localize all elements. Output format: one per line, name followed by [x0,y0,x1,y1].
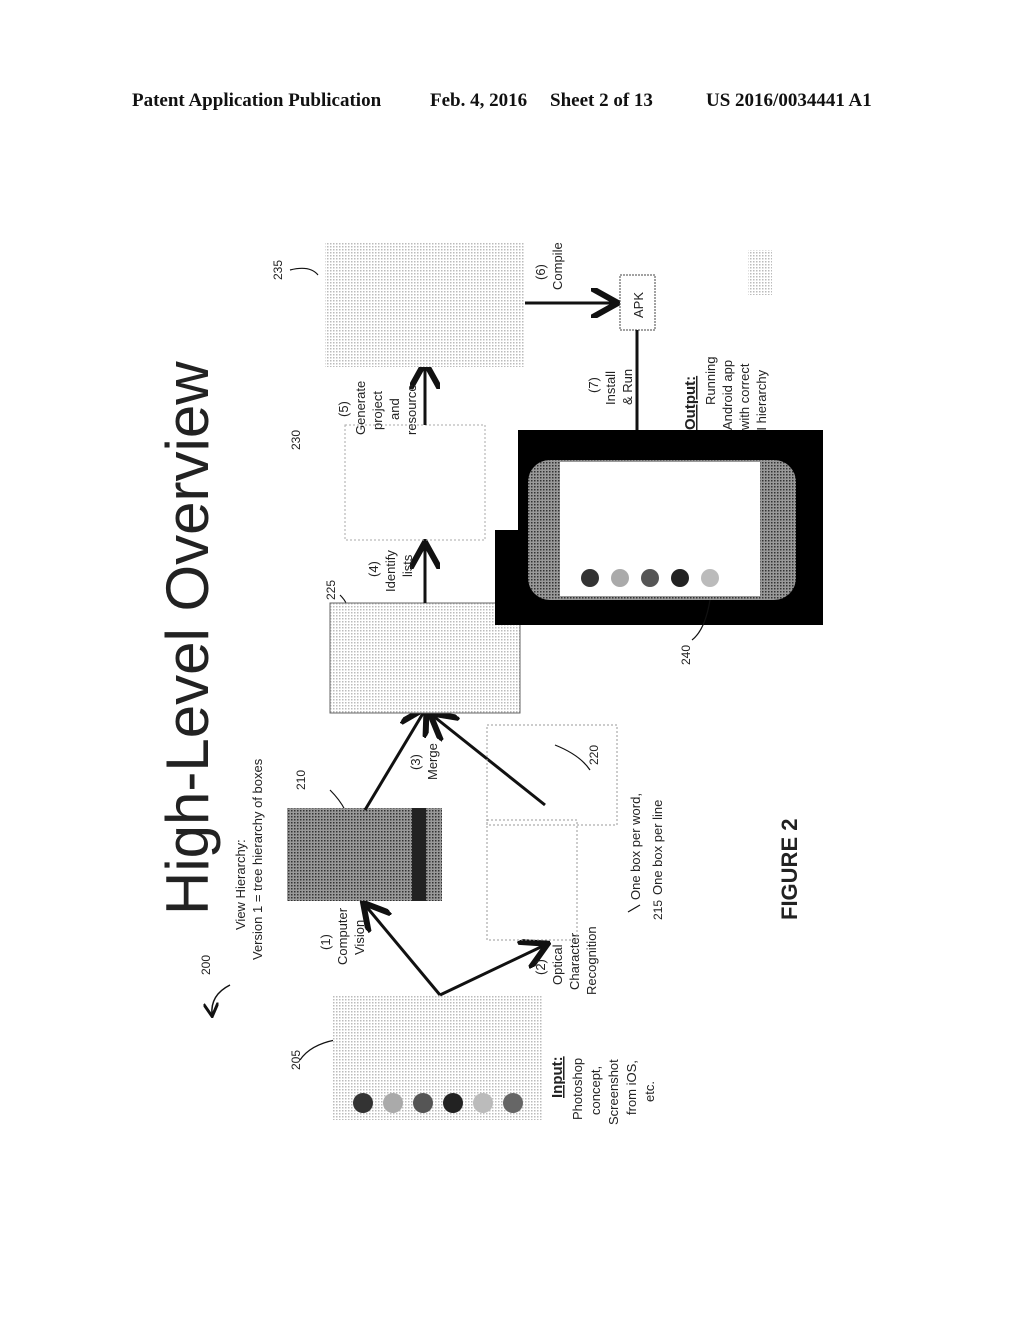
ref-210: 210 [294,770,308,790]
step-1-num: (1) [318,934,333,950]
step-1-label-b: Vision [352,920,367,955]
ref-200: 200 [199,955,213,975]
project-tree-235 [325,242,525,367]
step-2-label-b: Character [567,932,582,990]
input-line-4: from iOS, [624,1060,639,1115]
ref-220-leader [554,744,591,771]
step-5-num: (5) [336,401,351,417]
view-hierarchy-desc: Version 1 = tree hierarchy of boxes [250,758,265,960]
ref-205: 205 [289,1050,303,1070]
output-line-3: with correct [737,363,752,431]
step-5-label-b: project [370,391,385,430]
phone-bg-left [495,530,525,625]
output-label: Output: [682,376,699,430]
view-hierarchy-label: View Hierarchy: [233,839,248,930]
input-line-2: concept, [588,1066,603,1115]
arrow-step-1 [365,905,442,996]
step-4-label-a: Identify [383,550,398,592]
ocr-result-215 [486,819,578,941]
step-5-label-c: and [387,398,402,420]
step-5-label-d: resource [404,384,419,435]
ref-205-leader [299,1039,336,1061]
step-2-label-c: Recognition [584,926,599,995]
ref-235-leader [289,267,319,276]
step-7-label-a: Install [603,371,618,405]
ref-225: 225 [324,580,338,600]
step-1-label-a: Computer [335,907,350,965]
ref-215: 215 [651,900,665,920]
step-4-num: (4) [366,561,381,577]
step-4-label-b: lists [400,554,415,577]
input-line-5: etc. [642,1081,657,1102]
output-line-1: Running [703,357,718,405]
ref-240: 240 [679,645,693,665]
cv-dark-bar [412,808,426,901]
figure-caption: FIGURE 2 [777,819,802,920]
arrow-ocr-to-merge [432,715,546,807]
step-7-num: (7) [586,377,601,393]
ref-210-leader [329,789,346,811]
legend-swatch [748,250,772,295]
ref-215-leader [627,904,641,913]
input-label: Input: [549,1056,566,1098]
merged-hierarchy-225 [329,602,521,714]
ref-200-arrow [212,984,231,1015]
ref-235: 235 [271,260,285,280]
ref-230: 230 [289,430,303,450]
ocr-note-2: One box per line [650,800,665,895]
apk-label: APK [631,292,646,318]
step-6-label: Compile [550,242,565,290]
input-line-1: Photoshop [570,1058,585,1120]
input-line-3: Screenshot [606,1059,621,1125]
output-line-2: Android app [720,360,735,430]
lists-result-230 [344,424,486,541]
step-2-num: (2) [533,959,548,975]
figure-2-diagram: High-Level Overview View Hierarchy: Vers… [154,242,823,1125]
step-3-num: (3) [408,754,423,770]
ref-220: 220 [587,745,601,765]
output-line-4: UI hierarchy [754,369,769,440]
step-5-label-a: Generate [353,381,368,435]
arrow-step-2 [439,945,545,997]
step-2-label-a: Optical [550,944,565,985]
ocr-note-1: One box per word, [628,793,643,900]
step-3-label: Merge [425,743,440,780]
step-7-label-b: & Run [620,369,635,405]
figure-title: High-Level Overview [154,361,221,915]
step-6-num: (6) [533,264,548,280]
